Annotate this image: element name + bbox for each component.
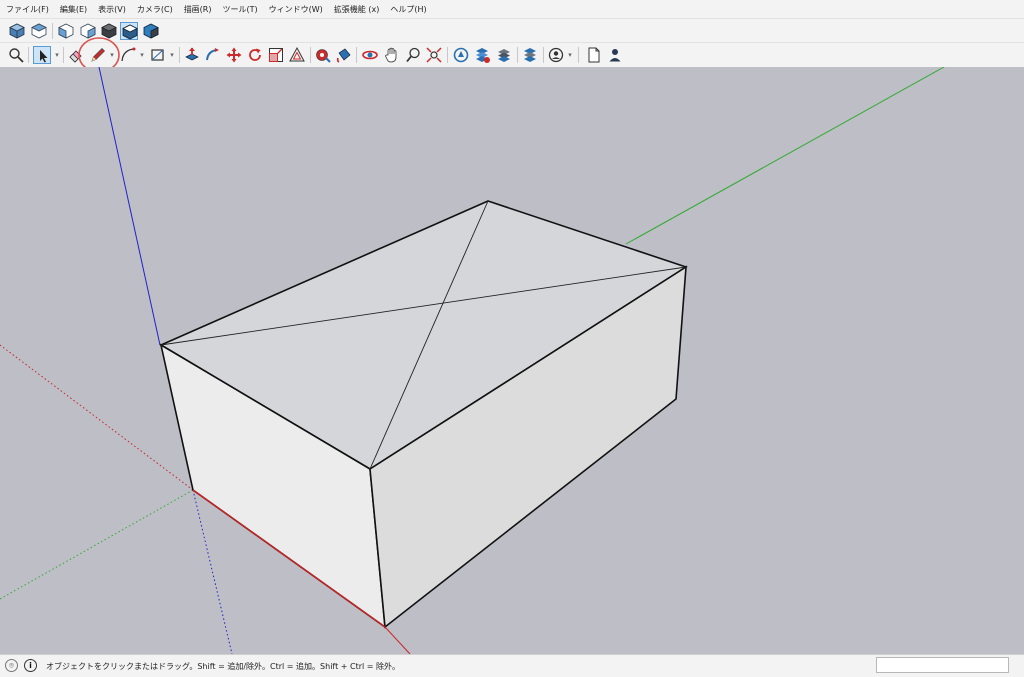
front-view-icon[interactable]: [57, 22, 75, 40]
modeling-viewport[interactable]: [0, 67, 1024, 654]
tools-toolbar: ▾ ▾ ▾ ▾ ▾: [0, 37, 1024, 73]
separator: [356, 47, 357, 63]
status-bar: ⌾ i オブジェクトをクリックまたはドラッグ。Shift = 追加/除外。Ctr…: [0, 654, 1024, 677]
menu-view[interactable]: 表示(V): [92, 4, 131, 15]
send-layout-icon[interactable]: [521, 46, 539, 64]
separator: [310, 47, 311, 63]
menu-tools[interactable]: ツール(T): [217, 4, 263, 15]
geo-location-icon[interactable]: ⌾: [5, 659, 18, 672]
tape-measure-icon[interactable]: [314, 46, 332, 64]
pan-icon[interactable]: [383, 46, 401, 64]
red-axis-tail: [384, 626, 411, 654]
paint-icon[interactable]: [335, 46, 353, 64]
new-file-icon[interactable]: [585, 46, 603, 64]
menu-help[interactable]: ヘルプ(H): [384, 4, 431, 15]
move-icon[interactable]: [225, 46, 243, 64]
left-view-icon[interactable]: [120, 22, 138, 40]
offset-icon[interactable]: [288, 46, 306, 64]
measurements-box[interactable]: [876, 657, 1009, 673]
account-dropdown[interactable]: ▾: [566, 46, 574, 64]
separator: [447, 47, 448, 63]
separator: [63, 47, 64, 63]
blue-axis: [98, 67, 161, 346]
account-icon[interactable]: [547, 46, 565, 64]
status-message: オブジェクトをクリックまたはドラッグ。Shift = 追加/除外。Ctrl = …: [46, 662, 401, 671]
separator: [517, 47, 518, 63]
separator: [52, 23, 53, 39]
zoom-icon[interactable]: [7, 46, 25, 64]
menu-camera[interactable]: カメラ(C): [131, 4, 178, 15]
back-view-icon[interactable]: [100, 22, 118, 40]
user-icon[interactable]: [606, 46, 624, 64]
info-icon[interactable]: i: [24, 659, 37, 672]
layers-icon[interactable]: [495, 46, 513, 64]
separator: [578, 47, 579, 63]
menu-window[interactable]: ウィンドウ(W): [263, 4, 328, 15]
separator: [543, 47, 544, 63]
menu-extensions[interactable]: 拡張機能 (x): [328, 4, 385, 15]
zoom-extents-icon[interactable]: [425, 46, 443, 64]
scale-icon[interactable]: [267, 46, 285, 64]
green-axis: [625, 67, 945, 245]
select-dropdown[interactable]: ▾: [53, 46, 61, 64]
follow-me-icon[interactable]: [204, 46, 222, 64]
menu-file[interactable]: ファイル(F): [0, 4, 54, 15]
rotate-icon[interactable]: [246, 46, 264, 64]
rectangle-icon[interactable]: [149, 46, 167, 64]
orbit-icon[interactable]: [361, 46, 379, 64]
push-pull-icon[interactable]: [183, 46, 201, 64]
model-canvas[interactable]: [0, 67, 1024, 654]
rectangle-dropdown[interactable]: ▾: [168, 46, 176, 64]
separator: [28, 47, 29, 63]
iso-view-icon[interactable]: [8, 22, 26, 40]
menu-edit[interactable]: 編集(E): [54, 4, 92, 15]
top-view-icon[interactable]: [30, 22, 48, 40]
right-view-icon[interactable]: [79, 22, 97, 40]
green-axis-negative: [0, 489, 194, 600]
menu-bar: ファイル(F) 編集(E) 表示(V) カメラ(C) 描画(R) ツール(T) …: [0, 0, 1024, 18]
select-icon[interactable]: [33, 46, 51, 64]
bottom-view-icon[interactable]: [142, 22, 160, 40]
menu-draw[interactable]: 描画(R): [178, 4, 217, 15]
views-toolbar: [0, 18, 1024, 43]
warehouse-icon[interactable]: [452, 46, 470, 64]
extension-warehouse-icon[interactable]: [473, 46, 491, 64]
separator: [179, 47, 180, 63]
red-axis-negative: [0, 344, 194, 491]
arc-dropdown[interactable]: ▾: [138, 46, 146, 64]
zoom-window-icon[interactable]: [405, 46, 423, 64]
